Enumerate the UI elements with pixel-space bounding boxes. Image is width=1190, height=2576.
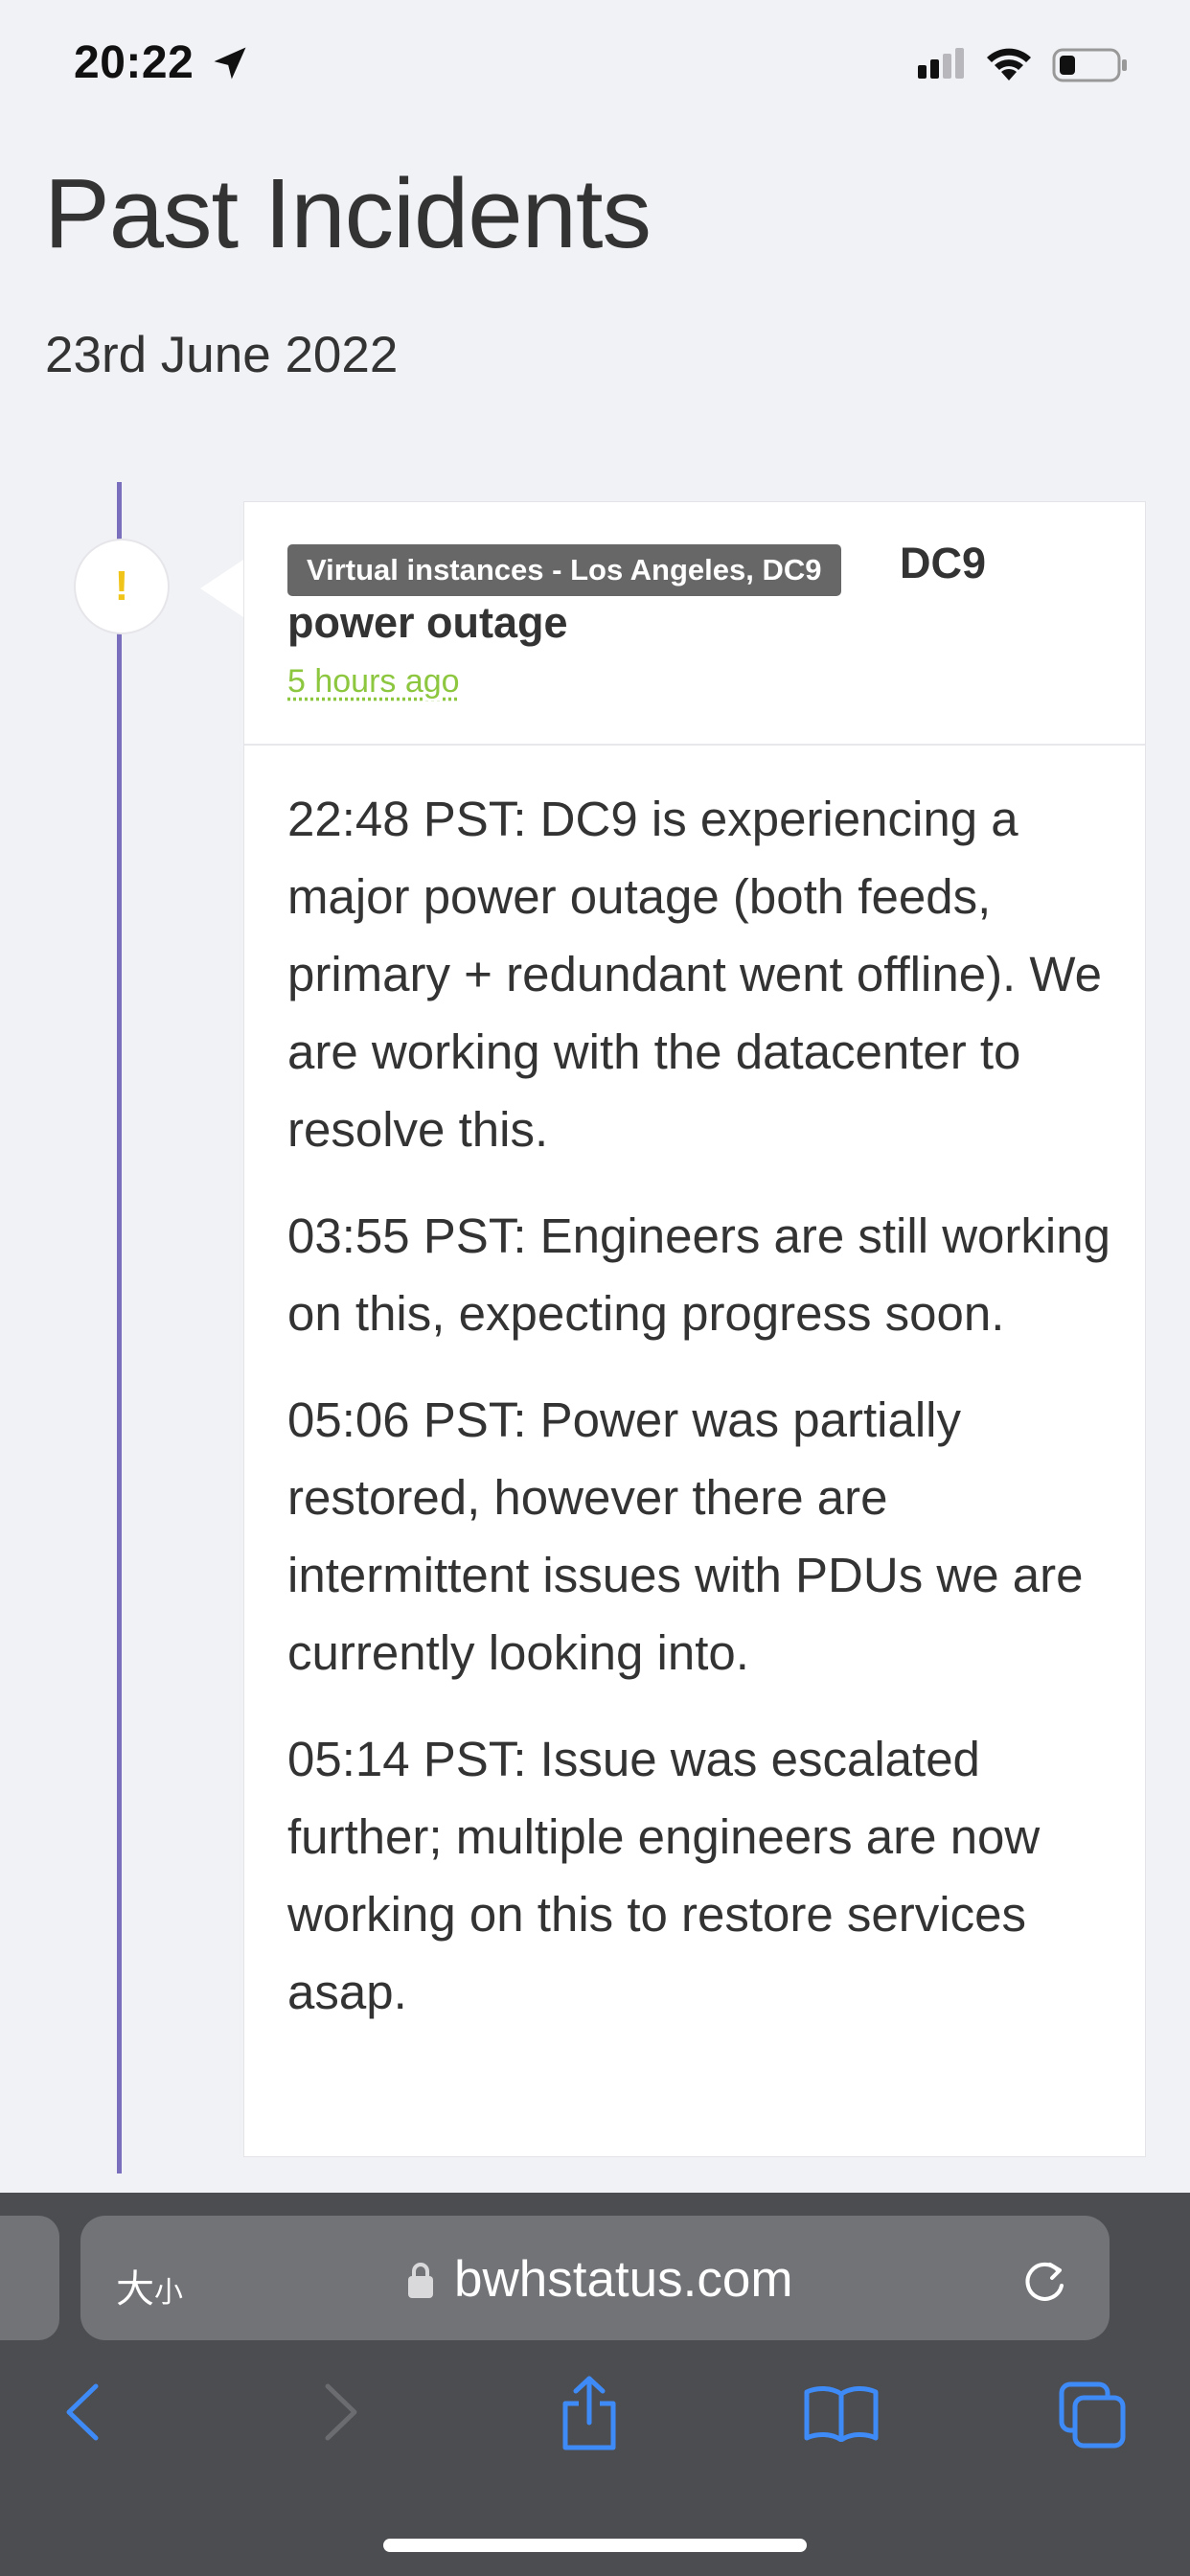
text-size-label-big: 大 xyxy=(116,2268,154,2311)
forward-icon[interactable] xyxy=(316,2380,364,2444)
incident-update: 05:14 PST: Issue was escalated further; … xyxy=(287,1732,1041,2019)
page-title: Past Incidents xyxy=(44,158,652,268)
incident-updates: 22:48 PST: DC9 is experiencing a major p… xyxy=(287,780,1121,2059)
incident-timestamp[interactable]: 5 hours ago xyxy=(287,663,460,701)
timeline-line xyxy=(117,482,122,2174)
component-badge: Virtual instances - Los Angeles, DC9 xyxy=(287,544,841,596)
tabs-icon[interactable] xyxy=(1058,2380,1127,2450)
date-heading: 23rd June 2022 xyxy=(45,327,399,383)
status-bar: 20:22 xyxy=(0,0,1190,130)
location-arrow-icon xyxy=(214,47,246,80)
incident-status-marker: ! xyxy=(74,539,170,634)
previous-tab-pill[interactable] xyxy=(0,2216,59,2340)
incident-update: 05:06 PST: Power was partially restored,… xyxy=(287,1392,1084,1680)
card-pointer xyxy=(200,560,243,617)
share-icon[interactable] xyxy=(558,2375,621,2451)
incident-card: Virtual instances - Los Angeles, DC9 DC9… xyxy=(243,501,1146,2157)
exclamation-icon: ! xyxy=(114,563,129,610)
home-indicator[interactable] xyxy=(383,2539,807,2552)
incident-header: Virtual instances - Los Angeles, DC9 DC9… xyxy=(244,502,1145,746)
text-size-label-small: 小 xyxy=(154,2277,183,2309)
lock-icon xyxy=(408,2263,433,2298)
cellular-signal-icon xyxy=(918,48,964,79)
status-time: 20:22 xyxy=(74,37,195,88)
bookmarks-icon[interactable] xyxy=(803,2384,880,2442)
incident-title[interactable]: DC9 xyxy=(900,539,986,588)
text-size-button[interactable]: 大小 xyxy=(116,2258,183,2313)
battery-icon xyxy=(1052,48,1127,82)
url-text[interactable]: bwhstatus.com xyxy=(454,2250,792,2309)
wifi-icon xyxy=(987,48,1031,80)
back-icon[interactable] xyxy=(59,2380,107,2444)
incident-title-continued[interactable]: power outage xyxy=(287,598,568,648)
incident-update: 22:48 PST: DC9 is experiencing a major p… xyxy=(287,792,1102,1157)
incident-update: 03:55 PST: Engineers are still working o… xyxy=(287,1208,1110,1341)
reload-icon[interactable] xyxy=(1019,2257,1069,2307)
